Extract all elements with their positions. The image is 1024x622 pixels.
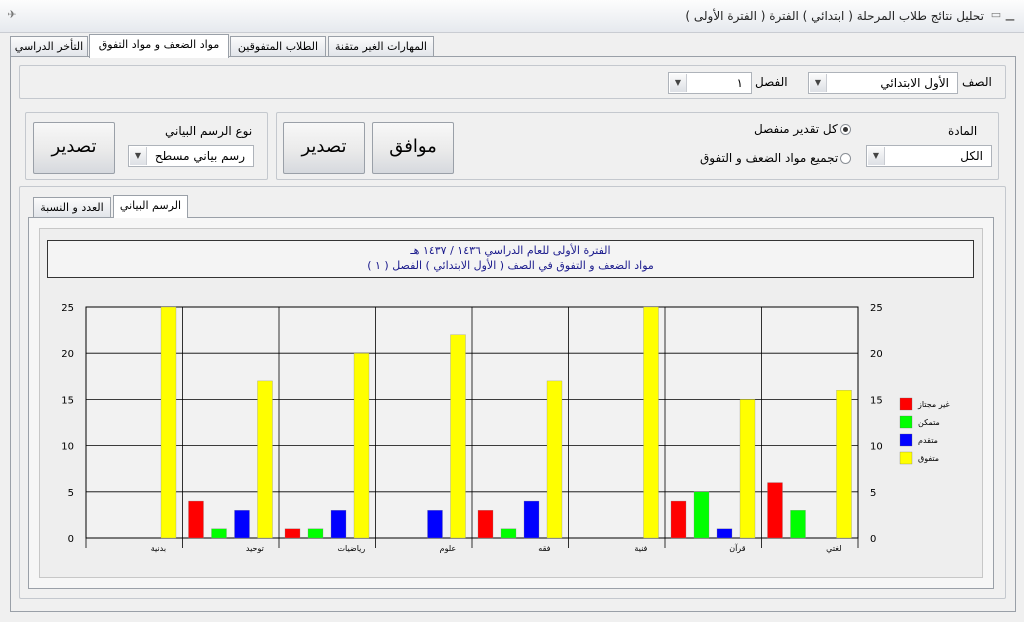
legend-label: متفوق bbox=[918, 454, 939, 463]
legend-swatch bbox=[899, 415, 913, 429]
legend-label: متقدم bbox=[918, 436, 938, 445]
y-tick-label-left: 0 bbox=[68, 534, 74, 545]
y-tick-label-left: 25 bbox=[61, 303, 74, 314]
bar bbox=[693, 491, 710, 539]
subtab-label: الرسم البياني bbox=[119, 199, 182, 212]
y-tick-label-right: 10 bbox=[870, 442, 883, 453]
bar bbox=[643, 306, 659, 539]
y-tick-label-right: 0 bbox=[870, 534, 876, 545]
bar bbox=[188, 500, 204, 539]
bar-chart: 0 0 5 5 10 10 15 15 20 20 25 25 بدنية توحيد رياضيات علو… bbox=[61, 303, 950, 553]
bar bbox=[546, 380, 563, 539]
y-tick-label-right: 15 bbox=[870, 395, 883, 406]
bar bbox=[450, 334, 466, 539]
bar bbox=[523, 500, 540, 539]
x-tick-label: توحيد bbox=[246, 544, 264, 553]
bar bbox=[211, 528, 227, 539]
legend-label: غير مجتاز bbox=[917, 400, 950, 409]
y-tick-label-left: 20 bbox=[61, 349, 74, 360]
tab-weak-strong-subjects[interactable]: مواد الضعف و مواد التفوق bbox=[89, 34, 229, 58]
bar bbox=[670, 500, 687, 539]
bar bbox=[330, 510, 347, 539]
x-tick-label: لغتي bbox=[826, 544, 841, 553]
bar bbox=[477, 510, 494, 539]
x-tick-label: فقه bbox=[538, 544, 550, 553]
bar bbox=[160, 306, 177, 539]
bar bbox=[739, 399, 756, 539]
legend-label: متمكن bbox=[918, 418, 940, 427]
bar bbox=[427, 510, 443, 539]
y-tick-label-right: 25 bbox=[870, 303, 883, 314]
x-tick-label: قرآن bbox=[729, 543, 746, 553]
x-tick-label: فنية bbox=[634, 544, 647, 553]
legend-swatch bbox=[899, 397, 913, 411]
bar bbox=[790, 510, 806, 539]
legend-swatch bbox=[899, 451, 913, 465]
bar bbox=[307, 528, 324, 539]
bar bbox=[716, 528, 733, 539]
x-tick-label: بدنية bbox=[151, 544, 166, 553]
x-tick-label: رياضيات bbox=[338, 544, 366, 553]
bar bbox=[500, 528, 517, 539]
bar bbox=[836, 390, 852, 539]
legend-swatch bbox=[899, 433, 913, 447]
y-tick-label-left: 10 bbox=[61, 442, 74, 453]
x-tick-label: علوم bbox=[440, 544, 457, 553]
bar bbox=[234, 510, 250, 539]
tab-label: مواد الضعف و مواد التفوق bbox=[98, 38, 220, 51]
y-tick-label-right: 20 bbox=[870, 349, 883, 360]
y-tick-label-left: 5 bbox=[68, 488, 74, 499]
bar bbox=[284, 528, 301, 539]
subtab-chart[interactable]: الرسم البياني bbox=[113, 195, 188, 218]
bar bbox=[257, 380, 273, 539]
y-tick-label-left: 15 bbox=[61, 395, 74, 406]
y-tick-label-right: 5 bbox=[870, 488, 876, 499]
bar bbox=[767, 482, 783, 539]
bar bbox=[353, 353, 370, 539]
